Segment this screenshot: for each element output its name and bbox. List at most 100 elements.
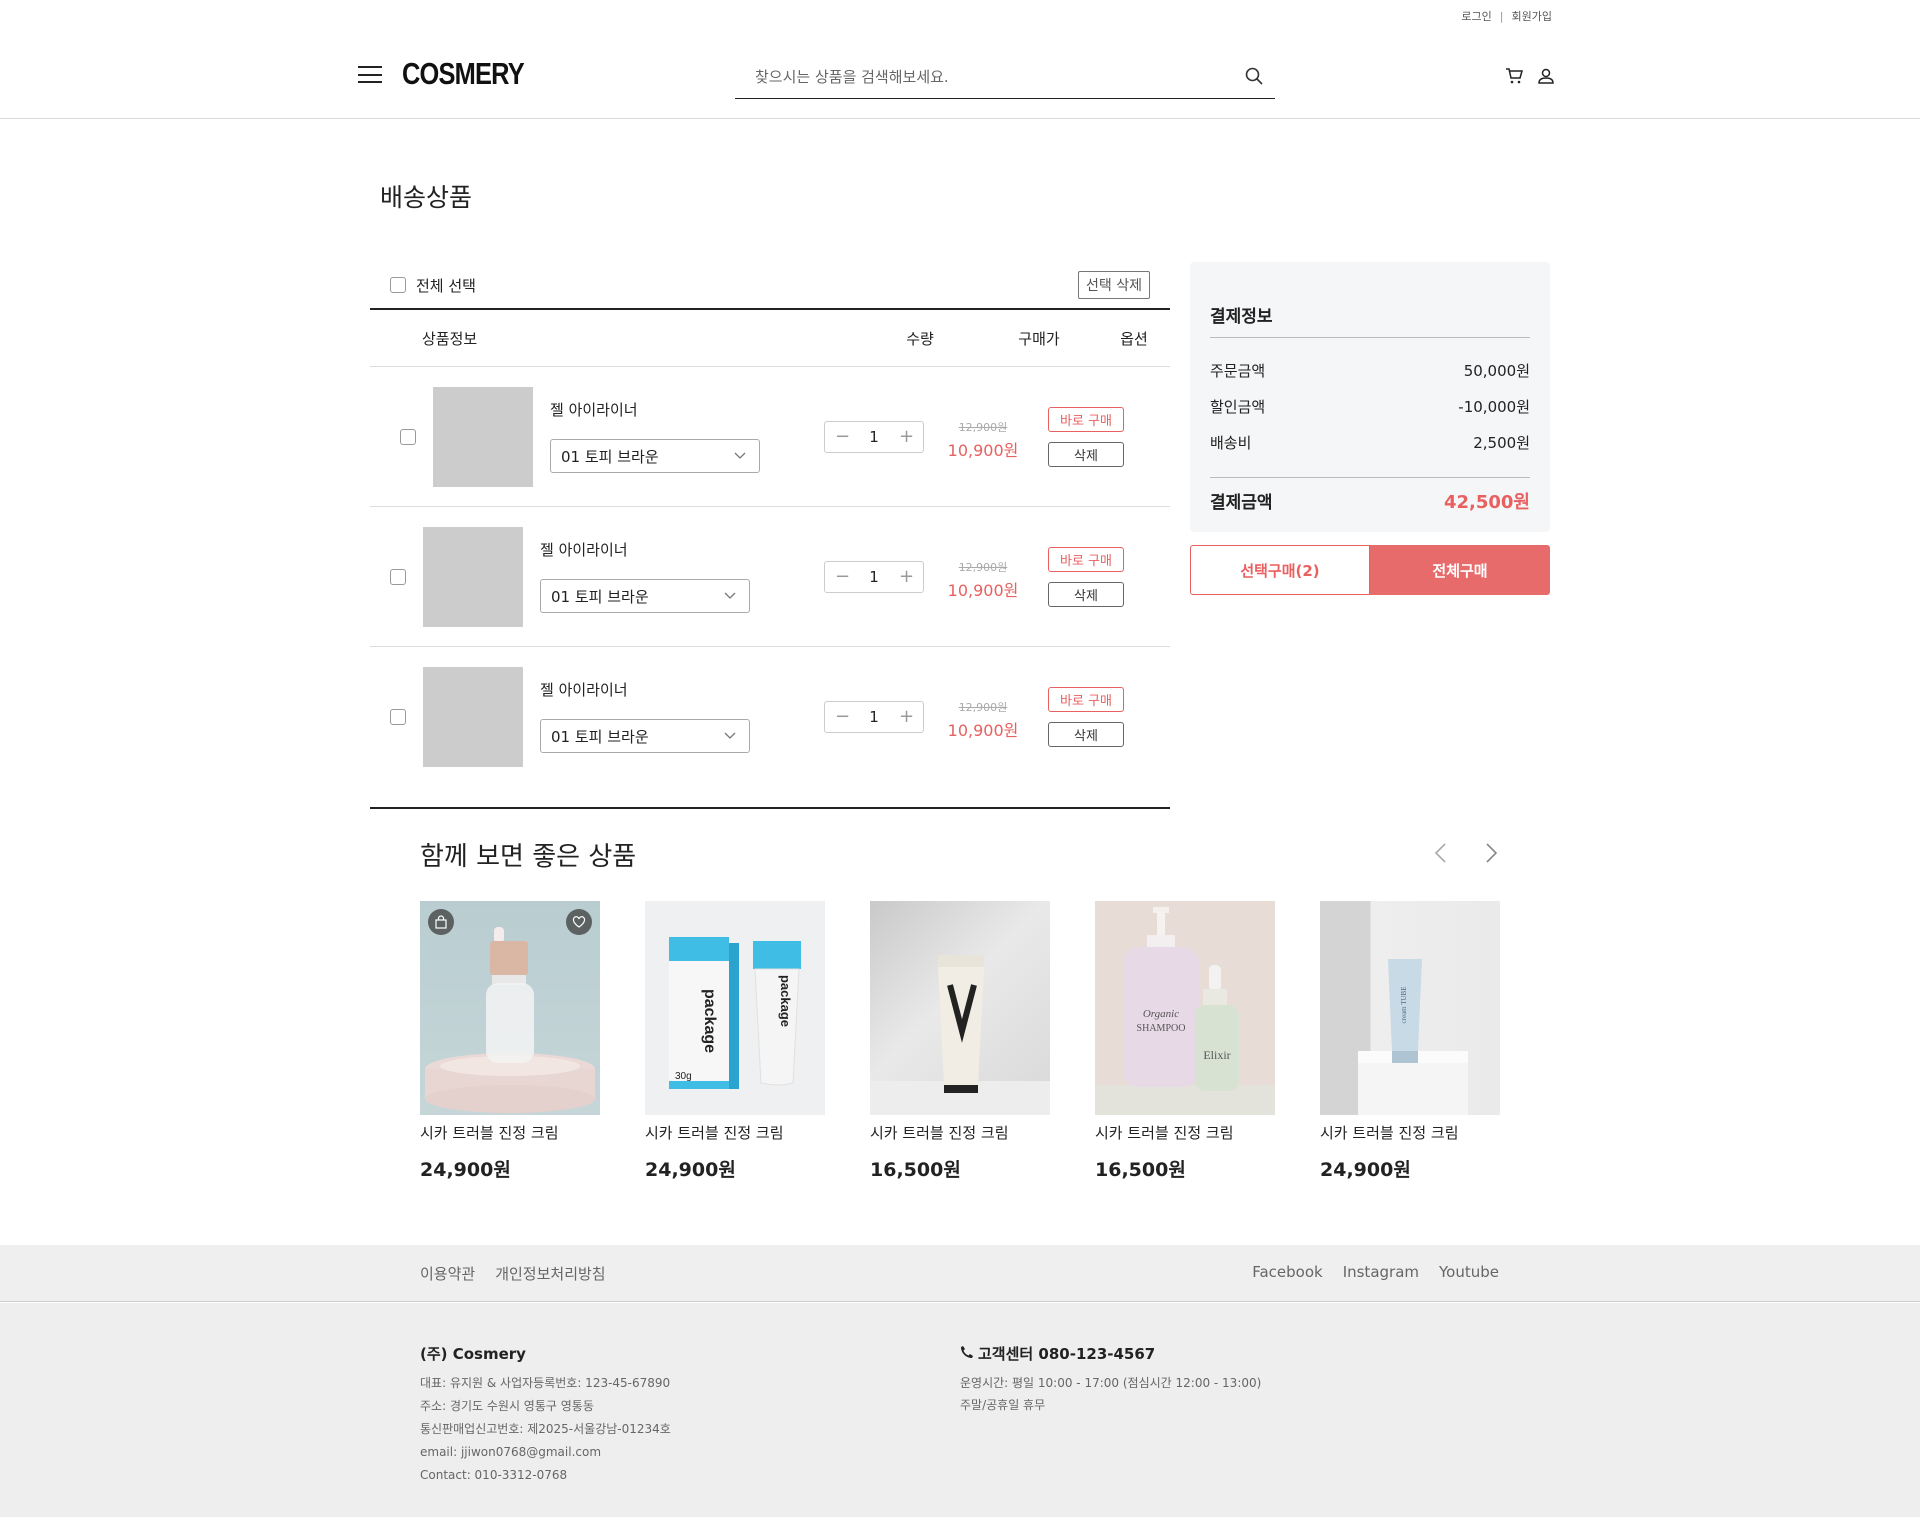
delete-selected-button[interactable]: 선택 삭제: [1078, 271, 1150, 299]
facebook-link[interactable]: Facebook: [1252, 1263, 1322, 1281]
customer-service: 고객센터 080-123-4567 운영시간: 평일 10:00 - 17:00…: [960, 1343, 1261, 1416]
product-image[interactable]: cream TUBE: [1320, 901, 1500, 1115]
top-utility-bar: 로그인 | 회원가입: [1461, 8, 1552, 24]
privacy-link[interactable]: 개인정보처리방침: [495, 1263, 605, 1284]
product-card[interactable]: package 30g package 시카 트러블 진정 크림 24,900원: [645, 901, 825, 1182]
instagram-link[interactable]: Instagram: [1343, 1263, 1419, 1281]
chevron-down-icon: [723, 588, 737, 606]
buy-now-button[interactable]: 바로 구매: [1048, 687, 1124, 712]
buy-now-button[interactable]: 바로 구매: [1048, 547, 1124, 572]
youtube-link[interactable]: Youtube: [1439, 1263, 1499, 1281]
product-card[interactable]: Organic SHAMPOO Elixir 시카 트러블 진정 크림 16,5…: [1095, 901, 1275, 1182]
payment-summary: 결제정보 주문금액 50,000원 할인금액 -10,000원 배송비 2,50…: [1190, 262, 1550, 532]
product-card[interactable]: 시카 트러블 진정 크림 16,500원: [870, 901, 1050, 1182]
phone-icon: [960, 1345, 974, 1363]
original-price: 12,900원: [958, 561, 1008, 574]
plus-icon[interactable]: +: [899, 708, 914, 726]
user-icon[interactable]: [1537, 67, 1555, 89]
product-image[interactable]: [420, 901, 600, 1115]
product-price: 24,900원: [645, 1159, 736, 1181]
product-thumbnail: [423, 667, 523, 767]
item-checkbox[interactable]: [390, 709, 406, 725]
option-value: 01 토피 브라운: [551, 727, 649, 746]
cs-title: 고객센터 080-123-4567: [978, 1345, 1156, 1363]
sale-price: 10,900원: [947, 441, 1019, 460]
select-all[interactable]: 전체 선택: [390, 275, 476, 296]
search-icon[interactable]: [1245, 67, 1263, 89]
terms-link[interactable]: 이용약관: [420, 1263, 475, 1284]
product-name[interactable]: 시카 트러블 진정 크림: [1095, 1122, 1275, 1143]
quantity-stepper: − 1 +: [824, 561, 924, 593]
cart-bottom-divider: [370, 807, 1170, 809]
chevron-right-icon[interactable]: [1482, 842, 1500, 868]
plus-icon[interactable]: +: [899, 428, 914, 446]
cs-hours: 운영시간: 평일 10:00 - 17:00 (점심시간 12:00 - 13:…: [960, 1376, 1262, 1390]
option-select[interactable]: 01 토피 브라운: [540, 579, 750, 613]
quantity-value: 1: [869, 708, 879, 726]
cs-holiday: 주말/공휴일 휴무: [960, 1398, 1046, 1412]
summary-lines: 주문금액 50,000원 할인금액 -10,000원 배송비 2,500원: [1210, 360, 1530, 478]
product-price: 24,900원: [420, 1159, 511, 1181]
cart-row: 젤 아이라이너 01 토피 브라운 − 1 + 12,900원 10,900원 …: [370, 507, 1170, 647]
discount-value: -10,000원: [1458, 398, 1530, 416]
price: 12,900원 10,900원: [938, 419, 1028, 461]
cart-row: 젤 아이라이너 01 토피 브라운 − 1 + 12,900원 10,900원 …: [370, 647, 1170, 787]
product-image[interactable]: [870, 901, 1050, 1115]
price: 12,900원 10,900원: [938, 699, 1028, 741]
buy-all-button[interactable]: 전체구매: [1370, 545, 1550, 595]
option-select[interactable]: 01 토피 브라운: [550, 439, 760, 473]
select-all-checkbox[interactable]: [390, 277, 406, 293]
product-name[interactable]: 시카 트러블 진정 크림: [645, 1122, 825, 1143]
column-header-qty: 수량: [906, 329, 934, 348]
chevron-left-icon[interactable]: [1432, 842, 1450, 868]
shipping-label: 배송비: [1210, 434, 1252, 452]
product-name[interactable]: 시카 트러블 진정 크림: [870, 1122, 1050, 1143]
product-image[interactable]: package 30g package: [645, 901, 825, 1115]
logo[interactable]: COSMERY: [402, 56, 525, 92]
total-line: 결제금액 42,500원: [1210, 488, 1530, 514]
delete-button[interactable]: 삭제: [1048, 582, 1124, 607]
page-title: 배송상품: [380, 183, 473, 212]
delete-button[interactable]: 삭제: [1048, 722, 1124, 747]
cs-title-row: 고객센터 080-123-4567: [960, 1343, 1261, 1364]
shipping-line: 배송비 2,500원: [1210, 432, 1530, 453]
minus-icon[interactable]: −: [835, 568, 850, 586]
product-card[interactable]: cream TUBE 시카 트러블 진정 크림 24,900원: [1320, 901, 1500, 1182]
total-label: 결제금액: [1210, 493, 1273, 513]
product-thumbnail: [433, 387, 533, 487]
site-header: 로그인 | 회원가입 COSMERY: [0, 0, 1920, 119]
plus-icon[interactable]: +: [899, 568, 914, 586]
row-actions: 바로 구매 삭제: [1048, 687, 1124, 747]
search-input[interactable]: [735, 58, 1215, 96]
product-name[interactable]: 시카 트러블 진정 크림: [1320, 1122, 1500, 1143]
cart-icon[interactable]: [1505, 67, 1523, 89]
buy-selected-button[interactable]: 선택구매(2): [1190, 545, 1370, 595]
login-link[interactable]: 로그인: [1461, 8, 1491, 24]
buy-now-button[interactable]: 바로 구매: [1048, 407, 1124, 432]
product-image[interactable]: Organic SHAMPOO Elixir: [1095, 901, 1275, 1115]
header-icons: [1505, 67, 1555, 89]
hamburger-icon[interactable]: [358, 66, 382, 83]
product-card[interactable]: 시카 트러블 진정 크림 24,900원: [420, 901, 600, 1182]
elixir-label: Elixir: [1203, 1048, 1230, 1062]
tube-label: cream TUBE: [1400, 987, 1408, 1024]
cart-row: 젤 아이라이너 01 토피 브라운 − 1 + 12,900원 10,900원 …: [370, 367, 1170, 507]
product-price: 24,900원: [1320, 1159, 1411, 1181]
product-name[interactable]: 시카 트러블 진정 크림: [420, 1122, 600, 1143]
heart-icon[interactable]: [566, 909, 592, 935]
company-name: (주) Cosmery: [420, 1345, 526, 1363]
company-info: (주) Cosmery 대표: 유지원 & 사업자등록번호: 123-45-67…: [420, 1343, 671, 1487]
quantity-value: 1: [869, 568, 879, 586]
quantity-value: 1: [869, 428, 879, 446]
signup-link[interactable]: 회원가입: [1512, 8, 1552, 24]
shopping-bag-icon[interactable]: [428, 909, 454, 935]
item-checkbox[interactable]: [400, 429, 416, 445]
minus-icon[interactable]: −: [835, 428, 850, 446]
item-checkbox[interactable]: [390, 569, 406, 585]
order-amount-label: 주문금액: [1210, 362, 1266, 380]
delete-button[interactable]: 삭제: [1048, 442, 1124, 467]
shampoo-name-label: SHAMPOO: [1137, 1023, 1186, 1034]
minus-icon[interactable]: −: [835, 708, 850, 726]
footer-links-bar: 이용약관 개인정보처리방침 Facebook Instagram Youtube: [0, 1245, 1920, 1302]
option-select[interactable]: 01 토피 브라운: [540, 719, 750, 753]
